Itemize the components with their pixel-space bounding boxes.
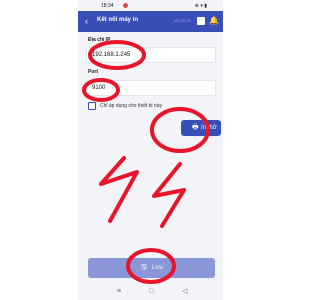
- apply-device-label: Chỉ áp dụng cho thiết bị này: [100, 103, 162, 109]
- test-print-label: In thử: [201, 125, 217, 131]
- page-title: Kết nối máy in: [97, 17, 139, 23]
- save-label: Lưu: [152, 265, 163, 271]
- app-bar: ‹ Kết nối máy in v2.3.8.10 🔔: [78, 11, 223, 32]
- phone-screen: 18:34 ⊕ ▾ ▮ ‹ Kết nối máy in v2.3.8.10 🔔…: [78, 0, 223, 300]
- port-label: Port: [88, 69, 98, 75]
- save-icon: 🖫: [141, 264, 147, 271]
- ip-address-field[interactable]: 192.168.1.245: [86, 47, 216, 63]
- version-label: v2.3.8.10: [174, 18, 191, 23]
- ip-address-value: 192.168.1.245: [92, 52, 131, 58]
- test-print-button[interactable]: 🖶 In thử: [181, 120, 221, 136]
- ip-label: Địa chỉ IP: [88, 37, 111, 43]
- port-field[interactable]: 9100: [86, 80, 216, 96]
- menu-icon[interactable]: ≡: [117, 287, 121, 296]
- apply-device-option[interactable]: Chỉ áp dụng cho thiết bị này: [88, 102, 188, 111]
- nav-back-icon[interactable]: ◁: [182, 287, 187, 296]
- qr-icon[interactable]: [197, 17, 205, 25]
- apply-device-checkbox[interactable]: [88, 102, 96, 110]
- port-value: 9100: [92, 85, 106, 91]
- notification-dot-icon: [123, 3, 128, 8]
- status-icons: ⊕ ▾ ▮: [194, 3, 207, 9]
- status-time: 18:34: [101, 3, 114, 9]
- status-bar: 18:34 ⊕ ▾ ▮: [78, 0, 223, 11]
- save-button[interactable]: 🖫 Lưu: [88, 258, 215, 278]
- navigation-bar: ≡ □ ◁: [78, 284, 223, 300]
- home-icon[interactable]: □: [149, 287, 153, 296]
- bell-icon[interactable]: 🔔: [209, 16, 219, 25]
- printer-icon: 🖶: [192, 124, 199, 131]
- back-icon[interactable]: ‹: [85, 15, 95, 27]
